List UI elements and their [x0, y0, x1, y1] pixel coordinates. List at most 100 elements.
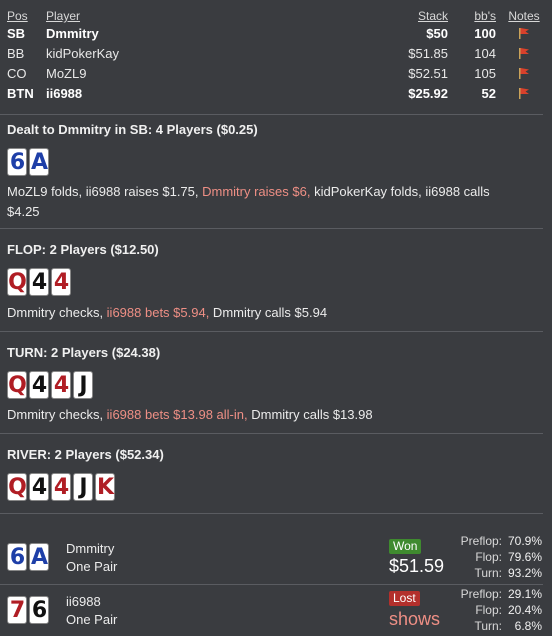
player-cards: 6 A [7, 543, 49, 573]
river-section: RIVER: 2 Players ($52.34) Q 4 4 J K [0, 443, 552, 513]
table-row: SB Dmmitry $50 100 [0, 24, 552, 44]
player-cards: 7 6 [7, 596, 49, 626]
divider [0, 433, 543, 434]
result-hand: One Pair [66, 612, 118, 627]
result-player-name: ii6988 [66, 594, 101, 609]
row-stack: $25.92 [408, 86, 448, 101]
flag-icon[interactable] [506, 84, 542, 104]
action-text: kidPokerKay folds, ii6988 calls [310, 184, 490, 199]
card: 6 [29, 596, 49, 624]
hole-cards: 6 A [7, 148, 49, 178]
header-pos[interactable]: Pos [7, 8, 28, 24]
header-notes[interactable]: Notes [506, 8, 542, 24]
table-row: BB kidPokerKay $51.85 104 [0, 44, 552, 64]
villain-action: ii6988 bets $13.98 all-in, [106, 407, 248, 422]
flop-section: FLOP: 2 Players ($12.50) Q 4 4 Dmmitry c… [0, 238, 552, 330]
flag-icon[interactable] [506, 24, 542, 44]
turn-actions: Dmmitry checks, ii6988 bets $13.98 all-i… [7, 405, 544, 425]
preflop-section: Dealt to Dmmitry in SB: 4 Players ($0.25… [0, 120, 552, 225]
row-pos: BTN [7, 86, 34, 101]
card: 6 [7, 543, 27, 571]
result-row: 7 6 ii6988 One Pair Lost shows Preflop: 2… [0, 586, 552, 636]
flop-actions: Dmmitry checks, ii6988 bets $5.94, Dmmit… [7, 303, 544, 323]
header-stack[interactable]: Stack [418, 8, 448, 24]
equity-value: 79.6% [508, 550, 543, 564]
action-text: Dmmitry checks, [7, 305, 107, 320]
row-bb: 52 [481, 86, 496, 101]
player-table: Pos Player Stack bb's Notes SB Dmmitry $… [0, 8, 552, 104]
card: J [73, 371, 93, 399]
equity-value: 93.2% [508, 566, 543, 580]
divider [0, 331, 543, 332]
result-row: 6 A Dmmitry One Pair Won $51.59 Preflop:… [0, 533, 552, 583]
action-text: MoZL9 folds, ii6988 raises $1.75, [7, 184, 203, 199]
card: Q [7, 371, 27, 399]
preflop-actions: MoZL9 folds, ii6988 raises $1.75, Dmmitr… [7, 182, 544, 222]
row-pos: BB [7, 46, 25, 61]
divider [0, 513, 543, 514]
equity-label: Flop: [475, 603, 502, 617]
row-player: Dmmitry [46, 26, 99, 41]
card: 6 [7, 148, 27, 176]
won-badge: Won [389, 539, 422, 554]
row-player: MoZL9 [46, 66, 87, 81]
card: A [29, 148, 49, 176]
result-player-name: Dmmitry [66, 541, 115, 556]
table-row: BTN ii6988 $25.92 52 [0, 84, 552, 104]
divider [0, 228, 543, 229]
card: 4 [29, 473, 49, 501]
equity-value: 20.4% [508, 603, 543, 617]
row-stack: $51.85 [408, 46, 448, 61]
flag-icon[interactable] [506, 64, 542, 84]
header-bb[interactable]: bb's [474, 8, 496, 24]
card: K [95, 473, 115, 501]
row-bb: 104 [474, 46, 496, 61]
equity-value: 6.8% [514, 619, 542, 633]
card: 4 [29, 371, 49, 399]
flag-icon[interactable] [506, 44, 542, 64]
card: J [73, 473, 93, 501]
action-text: Dmmitry calls $13.98 [247, 407, 373, 422]
row-stack: $50 [426, 26, 448, 41]
equity-label: Preflop: [460, 587, 502, 601]
board-cards: Q 4 4 [7, 268, 71, 298]
board-cards: Q 4 4 J [7, 371, 93, 401]
equity-value: 70.9% [508, 534, 543, 548]
hero-action: Dmmitry raises $6, [202, 184, 311, 199]
lost-badge: Lost [389, 591, 420, 606]
equity-label: Turn: [474, 619, 502, 633]
equity-label: Turn: [474, 566, 502, 580]
equity-stats: Preflop: 29.1% Flop: 20.4% Turn: 6.8% [432, 586, 542, 634]
turn-section: TURN: 2 Players ($24.38) Q 4 4 J Dmmitry… [0, 340, 552, 430]
row-player: ii6988 [46, 86, 83, 101]
action-text: Dmmitry checks, [7, 407, 107, 422]
board-cards: Q 4 4 J K [7, 473, 115, 503]
card: 4 [29, 268, 49, 296]
row-pos: SB [7, 26, 26, 41]
card: Q [7, 268, 27, 296]
villain-action: ii6988 bets $5.94, [106, 305, 210, 320]
action-text: $4.25 [7, 204, 40, 219]
equity-value: 29.1% [508, 587, 543, 601]
equity-label: Preflop: [460, 534, 502, 548]
table-row: CO MoZL9 $52.51 105 [0, 64, 552, 84]
river-title: RIVER: 2 Players ($52.34) [7, 447, 164, 462]
flop-title: FLOP: 2 Players ($12.50) [7, 242, 159, 257]
preflop-title: Dealt to Dmmitry in SB: 4 Players ($0.25… [7, 122, 258, 137]
card: 4 [51, 473, 71, 501]
row-pos: CO [7, 66, 27, 81]
card: 7 [7, 596, 27, 624]
row-player: kidPokerKay [46, 46, 119, 61]
card: 4 [51, 268, 71, 296]
equity-stats: Preflop: 70.9% Flop: 79.6% Turn: 93.2% [432, 533, 542, 581]
action-text: Dmmitry calls $5.94 [209, 305, 328, 320]
result-hand: One Pair [66, 559, 118, 574]
row-bb: 100 [474, 26, 496, 41]
equity-label: Flop: [475, 550, 502, 564]
table-header: Pos Player Stack bb's Notes [0, 8, 552, 24]
row-stack: $52.51 [408, 66, 448, 81]
row-bb: 105 [474, 66, 496, 81]
header-player[interactable]: Player [46, 8, 80, 24]
card: Q [7, 473, 27, 501]
card: A [29, 543, 49, 571]
